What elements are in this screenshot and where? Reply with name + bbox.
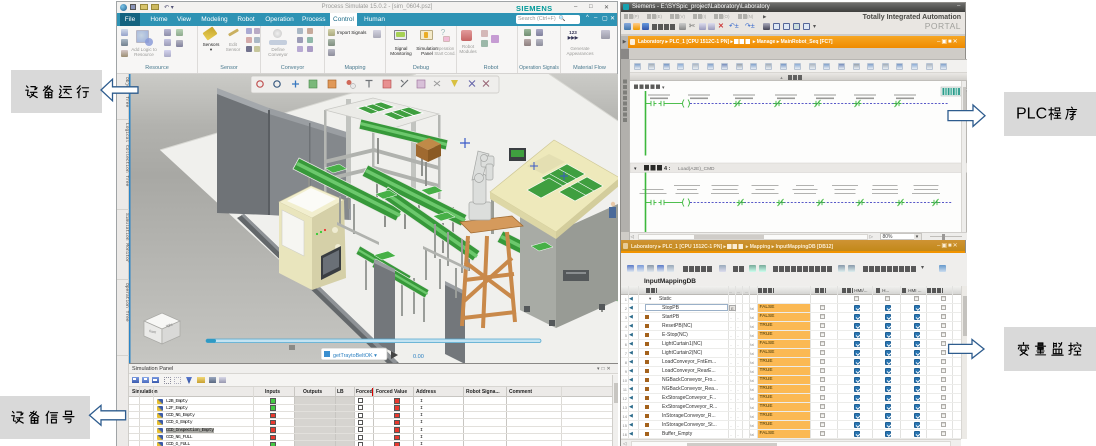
svg-text:0.00: 0.00 bbox=[413, 354, 424, 360]
svg-text:▾: ▾ bbox=[662, 85, 665, 91]
svg-text:getTraytoBeltOK ▾: getTraytoBeltOK ▾ bbox=[333, 353, 377, 359]
svg-text:PLC: PLC bbox=[1016, 106, 1047, 123]
svg-text:Load(A2E)_CMD: Load(A2E)_CMD bbox=[678, 166, 715, 172]
svg-text:4 :: 4 : bbox=[664, 166, 671, 172]
